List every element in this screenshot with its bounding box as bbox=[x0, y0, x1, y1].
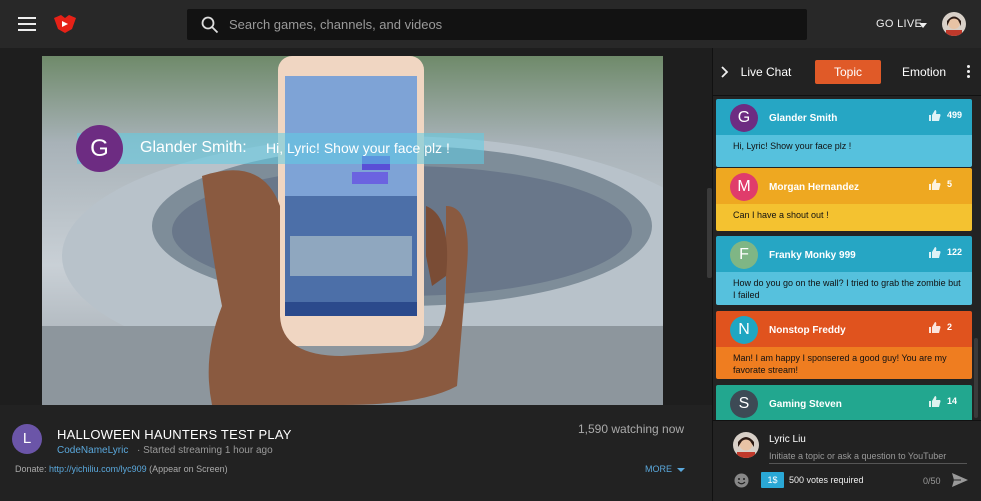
account-avatar[interactable] bbox=[942, 12, 966, 36]
menu-icon[interactable] bbox=[18, 17, 36, 31]
search-input[interactable] bbox=[229, 9, 789, 40]
channel-name-link[interactable]: CodeNameLyric bbox=[57, 445, 128, 456]
chat-card[interactable]: G Glander Smith 499 Hi, Lyric! Show your… bbox=[716, 99, 972, 167]
card-body: Can I have a shout out ! bbox=[716, 204, 972, 231]
tab-live-chat[interactable]: Live Chat bbox=[739, 60, 793, 84]
user-name: Lyric Liu bbox=[769, 434, 806, 445]
like-count: 14 bbox=[947, 396, 958, 406]
card-avatar: F bbox=[730, 241, 758, 269]
chat-panel: Live Chat Topic Emotion G Glander Smith … bbox=[712, 48, 981, 501]
stream-info: L HALLOWEEN HAUNTERS TEST PLAY CodeNameL… bbox=[0, 405, 712, 501]
overlay-avatar: G bbox=[76, 125, 123, 172]
votes-required: 500 votes required bbox=[789, 475, 864, 485]
donate-note: (Appear on Screen) bbox=[149, 464, 228, 474]
chevron-down-icon[interactable] bbox=[919, 23, 927, 28]
started-streaming: · Started streaming 1 hour ago bbox=[137, 445, 273, 456]
like-count: 122 bbox=[947, 247, 963, 257]
video-player[interactable] bbox=[42, 56, 663, 405]
card-name: Gaming Steven bbox=[769, 399, 842, 410]
card-body: How do you go on the wall? I tried to gr… bbox=[716, 272, 972, 305]
stream-title: HALLOWEEN HAUNTERS TEST PLAY bbox=[57, 427, 292, 442]
chat-card[interactable]: M Morgan Hernandez 5 Can I have a shout … bbox=[716, 168, 972, 231]
tab-topic[interactable]: Topic bbox=[815, 60, 881, 84]
thumbs-up-icon[interactable] bbox=[929, 110, 941, 121]
card-head: S Gaming Steven 14 bbox=[716, 385, 972, 420]
chevron-down-icon[interactable] bbox=[677, 468, 685, 472]
chat-card[interactable]: F Franky Monky 999 122 How do you go on … bbox=[716, 236, 972, 305]
like-count: 5 bbox=[947, 179, 953, 189]
thumbs-up-icon[interactable] bbox=[929, 396, 941, 407]
chat-composer: Lyric Liu 1$ 500 votes required 0/50 bbox=[713, 420, 981, 501]
thumbs-up-icon[interactable] bbox=[929, 247, 941, 258]
top-bar: GO LIVE bbox=[0, 0, 981, 48]
chat-card[interactable]: S Gaming Steven 14 bbox=[716, 385, 972, 420]
thumbs-up-icon[interactable] bbox=[929, 322, 941, 333]
like-count: 499 bbox=[947, 110, 963, 120]
card-head: G Glander Smith 499 bbox=[716, 99, 972, 135]
chat-scrollbar[interactable] bbox=[974, 338, 978, 418]
channel-avatar[interactable]: L bbox=[12, 424, 42, 454]
char-count: 0/50 bbox=[923, 476, 941, 486]
search-icon[interactable] bbox=[201, 16, 219, 34]
card-name: Morgan Hernandez bbox=[769, 182, 860, 193]
topic-input[interactable] bbox=[769, 448, 967, 464]
search-box bbox=[187, 9, 807, 40]
card-body: Hi, Lyric! Show your face plz ! bbox=[716, 135, 972, 167]
watching-count: 1,590 watching now bbox=[578, 422, 685, 436]
card-name: Franky Monky 999 bbox=[769, 250, 856, 261]
send-icon[interactable] bbox=[951, 472, 969, 488]
donate-link[interactable]: http://yichiliu.com/lyc909 bbox=[49, 464, 147, 474]
card-avatar: S bbox=[730, 390, 758, 418]
video-frame bbox=[42, 56, 663, 405]
chat-header: Live Chat Topic Emotion bbox=[713, 48, 981, 96]
card-head: F Franky Monky 999 122 bbox=[716, 236, 972, 272]
chevron-right-icon[interactable] bbox=[719, 66, 729, 78]
chat-list: G Glander Smith 499 Hi, Lyric! Show your… bbox=[713, 97, 981, 420]
gaming-logo-icon[interactable] bbox=[52, 14, 78, 34]
go-live-button[interactable]: GO LIVE bbox=[876, 18, 922, 30]
tab-emotion[interactable]: Emotion bbox=[899, 60, 949, 84]
donate-label: Donate: bbox=[15, 464, 47, 474]
chat-card[interactable]: N Nonstop Freddy 2 Man! I am happy I spo… bbox=[716, 311, 972, 379]
started-text: Started streaming 1 hour ago bbox=[143, 445, 273, 456]
overlay-name: Glander Smith: bbox=[140, 139, 247, 156]
emoji-icon[interactable] bbox=[734, 473, 749, 488]
more-vert-icon[interactable] bbox=[967, 65, 971, 79]
card-avatar: M bbox=[730, 173, 758, 201]
donate-line: Donate: http://yichiliu.com/lyc909 (Appe… bbox=[15, 464, 228, 474]
card-head: N Nonstop Freddy 2 bbox=[716, 311, 972, 347]
user-avatar bbox=[733, 432, 759, 458]
card-head: M Morgan Hernandez 5 bbox=[716, 168, 972, 204]
video-area: G Glander Smith: Hi, Lyric! Show your fa… bbox=[0, 48, 712, 405]
card-name: Nonstop Freddy bbox=[769, 325, 846, 336]
card-avatar: N bbox=[730, 316, 758, 344]
thumbs-up-icon[interactable] bbox=[929, 179, 941, 190]
overlay-message: Hi, Lyric! Show your face plz ! bbox=[266, 140, 450, 156]
like-count: 2 bbox=[947, 322, 953, 332]
card-name: Glander Smith bbox=[769, 113, 838, 124]
price-badge[interactable]: 1$ bbox=[761, 472, 784, 488]
more-button[interactable]: MORE bbox=[645, 464, 672, 474]
card-avatar: G bbox=[730, 104, 758, 132]
app-window: GO LIVE bbox=[0, 0, 981, 501]
card-body: Man! I am happy I sponsered a good guy! … bbox=[716, 347, 972, 379]
